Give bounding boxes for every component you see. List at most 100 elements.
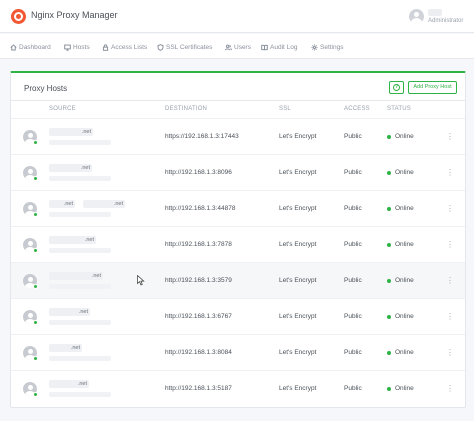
status-text: Online xyxy=(395,385,414,392)
source-domain[interactable]: .net xyxy=(49,236,96,244)
status-badge: Online xyxy=(387,349,414,356)
app-title[interactable]: Nginx Proxy Manager xyxy=(31,10,118,20)
source-meta-redacted xyxy=(49,212,111,217)
access-level: Public xyxy=(344,313,362,320)
table-row[interactable]: .net http://192.168.1.3:6767 Let's Encrypt… xyxy=(11,298,465,334)
ssl-provider: Let's Encrypt xyxy=(279,277,317,284)
table-row[interactable]: .net http://192.168.1.3:7878 Let's Encrypt… xyxy=(11,226,465,262)
status-dot-icon xyxy=(387,134,391,139)
table-row[interactable]: .net http://192.168.1.3:8096 Let's Encrypt… xyxy=(11,154,465,190)
access-level: Public xyxy=(344,277,362,284)
app-logo[interactable] xyxy=(11,9,26,24)
source-domain[interactable]: .net xyxy=(49,164,92,172)
table-row[interactable]: .net http://192.168.1.3:3579 Let's Encrypt… xyxy=(11,262,465,298)
status-text: Online xyxy=(395,349,414,356)
row-actions-menu-icon[interactable]: ⋮ xyxy=(446,203,454,214)
source-domain-secondary[interactable]: .net xyxy=(83,200,125,208)
source-domain[interactable]: .net xyxy=(49,200,75,208)
destination: http://192.168.1.3:44878 xyxy=(165,205,236,212)
access-level: Public xyxy=(344,133,362,140)
source-domain[interactable]: .net xyxy=(49,380,89,388)
status-text: Online xyxy=(395,277,414,284)
help-button[interactable]: ? xyxy=(389,81,404,94)
table-row[interactable]: .net http://192.168.1.3:5187 Let's Encrypt… xyxy=(11,370,465,406)
destination: http://192.168.1.3:8096 xyxy=(165,169,232,176)
shield-icon xyxy=(157,43,164,51)
column-header-source[interactable]: SOURCE xyxy=(49,106,76,112)
column-header-ssl[interactable]: SSL xyxy=(279,106,291,112)
source-domain[interactable]: .net xyxy=(49,128,93,136)
mouse-cursor-icon xyxy=(137,275,145,286)
online-indicator xyxy=(33,212,38,217)
source-meta-redacted xyxy=(49,248,111,253)
status-dot-icon xyxy=(387,170,391,175)
status-dot-icon xyxy=(387,314,391,319)
destination: https://192.168.1.3:17443 xyxy=(165,133,239,140)
row-actions-menu-icon[interactable]: ⋮ xyxy=(446,167,454,178)
nav-item-settings[interactable]: Settings xyxy=(311,42,344,52)
ssl-provider: Let's Encrypt xyxy=(279,313,317,320)
user-avatar[interactable] xyxy=(409,9,424,24)
destination: http://192.168.1.3:5187 xyxy=(165,385,232,392)
ssl-provider: Let's Encrypt xyxy=(279,241,317,248)
nav-item-access-lists[interactable]: Access Lists xyxy=(102,42,147,52)
status-text: Online xyxy=(395,241,414,248)
online-indicator xyxy=(33,140,38,145)
online-indicator xyxy=(33,248,38,253)
user-role: Administrator xyxy=(428,18,464,24)
top-header: Nginx Proxy Manager Administrator xyxy=(0,0,474,33)
status-badge: Online xyxy=(387,169,414,176)
source-domain[interactable]: .net xyxy=(49,308,90,316)
nav-item-hosts[interactable]: Hosts xyxy=(64,42,90,52)
online-indicator xyxy=(33,356,38,361)
access-level: Public xyxy=(344,385,362,392)
table-row[interactable]: .net https://192.168.1.3:17443 Let's Encry… xyxy=(11,118,465,154)
status-text: Online xyxy=(395,313,414,320)
row-actions-menu-icon[interactable]: ⋮ xyxy=(446,311,454,322)
source-domain[interactable]: .net xyxy=(49,272,103,280)
row-actions-menu-icon[interactable]: ⋮ xyxy=(446,131,454,142)
column-header-access[interactable]: ACCESS xyxy=(344,106,370,112)
status-text: Online xyxy=(395,205,414,212)
monitor-icon xyxy=(64,44,71,51)
status-text: Online xyxy=(395,169,414,176)
column-header-status[interactable]: STATUS xyxy=(387,106,411,112)
status-badge: Online xyxy=(387,133,414,140)
nav-item-dashboard[interactable]: Dashboard xyxy=(10,42,51,52)
access-level: Public xyxy=(344,241,362,248)
column-header-destination[interactable]: DESTINATION xyxy=(165,106,207,112)
access-level: Public xyxy=(344,349,362,356)
status-dot-icon xyxy=(387,278,391,283)
book-icon xyxy=(261,44,268,50)
online-indicator xyxy=(33,320,38,325)
row-actions-menu-icon[interactable]: ⋮ xyxy=(446,275,454,286)
online-indicator xyxy=(33,284,38,289)
ssl-provider: Let's Encrypt xyxy=(279,385,317,392)
source-domain[interactable]: .net xyxy=(49,344,82,352)
source-meta-redacted xyxy=(49,392,111,397)
lock-icon xyxy=(102,43,109,51)
ssl-provider: Let's Encrypt xyxy=(279,169,317,176)
row-actions-menu-icon[interactable]: ⋮ xyxy=(446,347,454,358)
nav-item-ssl-certificates[interactable]: SSL Certificates xyxy=(157,42,212,52)
main-nav: Dashboard Hosts Access Lists SSL Certifi… xyxy=(0,34,474,59)
status-dot-icon xyxy=(387,350,391,355)
nav-item-audit-log[interactable]: Audit Log xyxy=(261,42,297,52)
row-actions-menu-icon[interactable]: ⋮ xyxy=(446,383,454,394)
status-badge: Online xyxy=(387,277,414,284)
source-meta-redacted xyxy=(49,140,111,145)
table-row[interactable]: .net http://192.168.1.3:8084 Let's Encrypt… xyxy=(11,334,465,370)
row-actions-menu-icon[interactable]: ⋮ xyxy=(446,239,454,250)
status-dot-icon xyxy=(387,386,391,391)
proxy-hosts-card: Proxy Hosts ? Add Proxy Host SOURCE DEST… xyxy=(10,71,466,408)
home-icon xyxy=(10,43,17,50)
table-row[interactable]: .net .net http://192.168.1.3:44878 Let's En… xyxy=(11,190,465,226)
online-indicator xyxy=(33,392,38,397)
ssl-provider: Let's Encrypt xyxy=(279,349,317,356)
status-text: Online xyxy=(395,133,414,140)
nav-item-users[interactable]: Users xyxy=(225,42,251,52)
source-meta-redacted xyxy=(49,320,111,325)
add-proxy-host-button[interactable]: Add Proxy Host xyxy=(408,81,457,94)
destination: http://192.168.1.3:8084 xyxy=(165,349,232,356)
ssl-provider: Let's Encrypt xyxy=(279,133,317,140)
